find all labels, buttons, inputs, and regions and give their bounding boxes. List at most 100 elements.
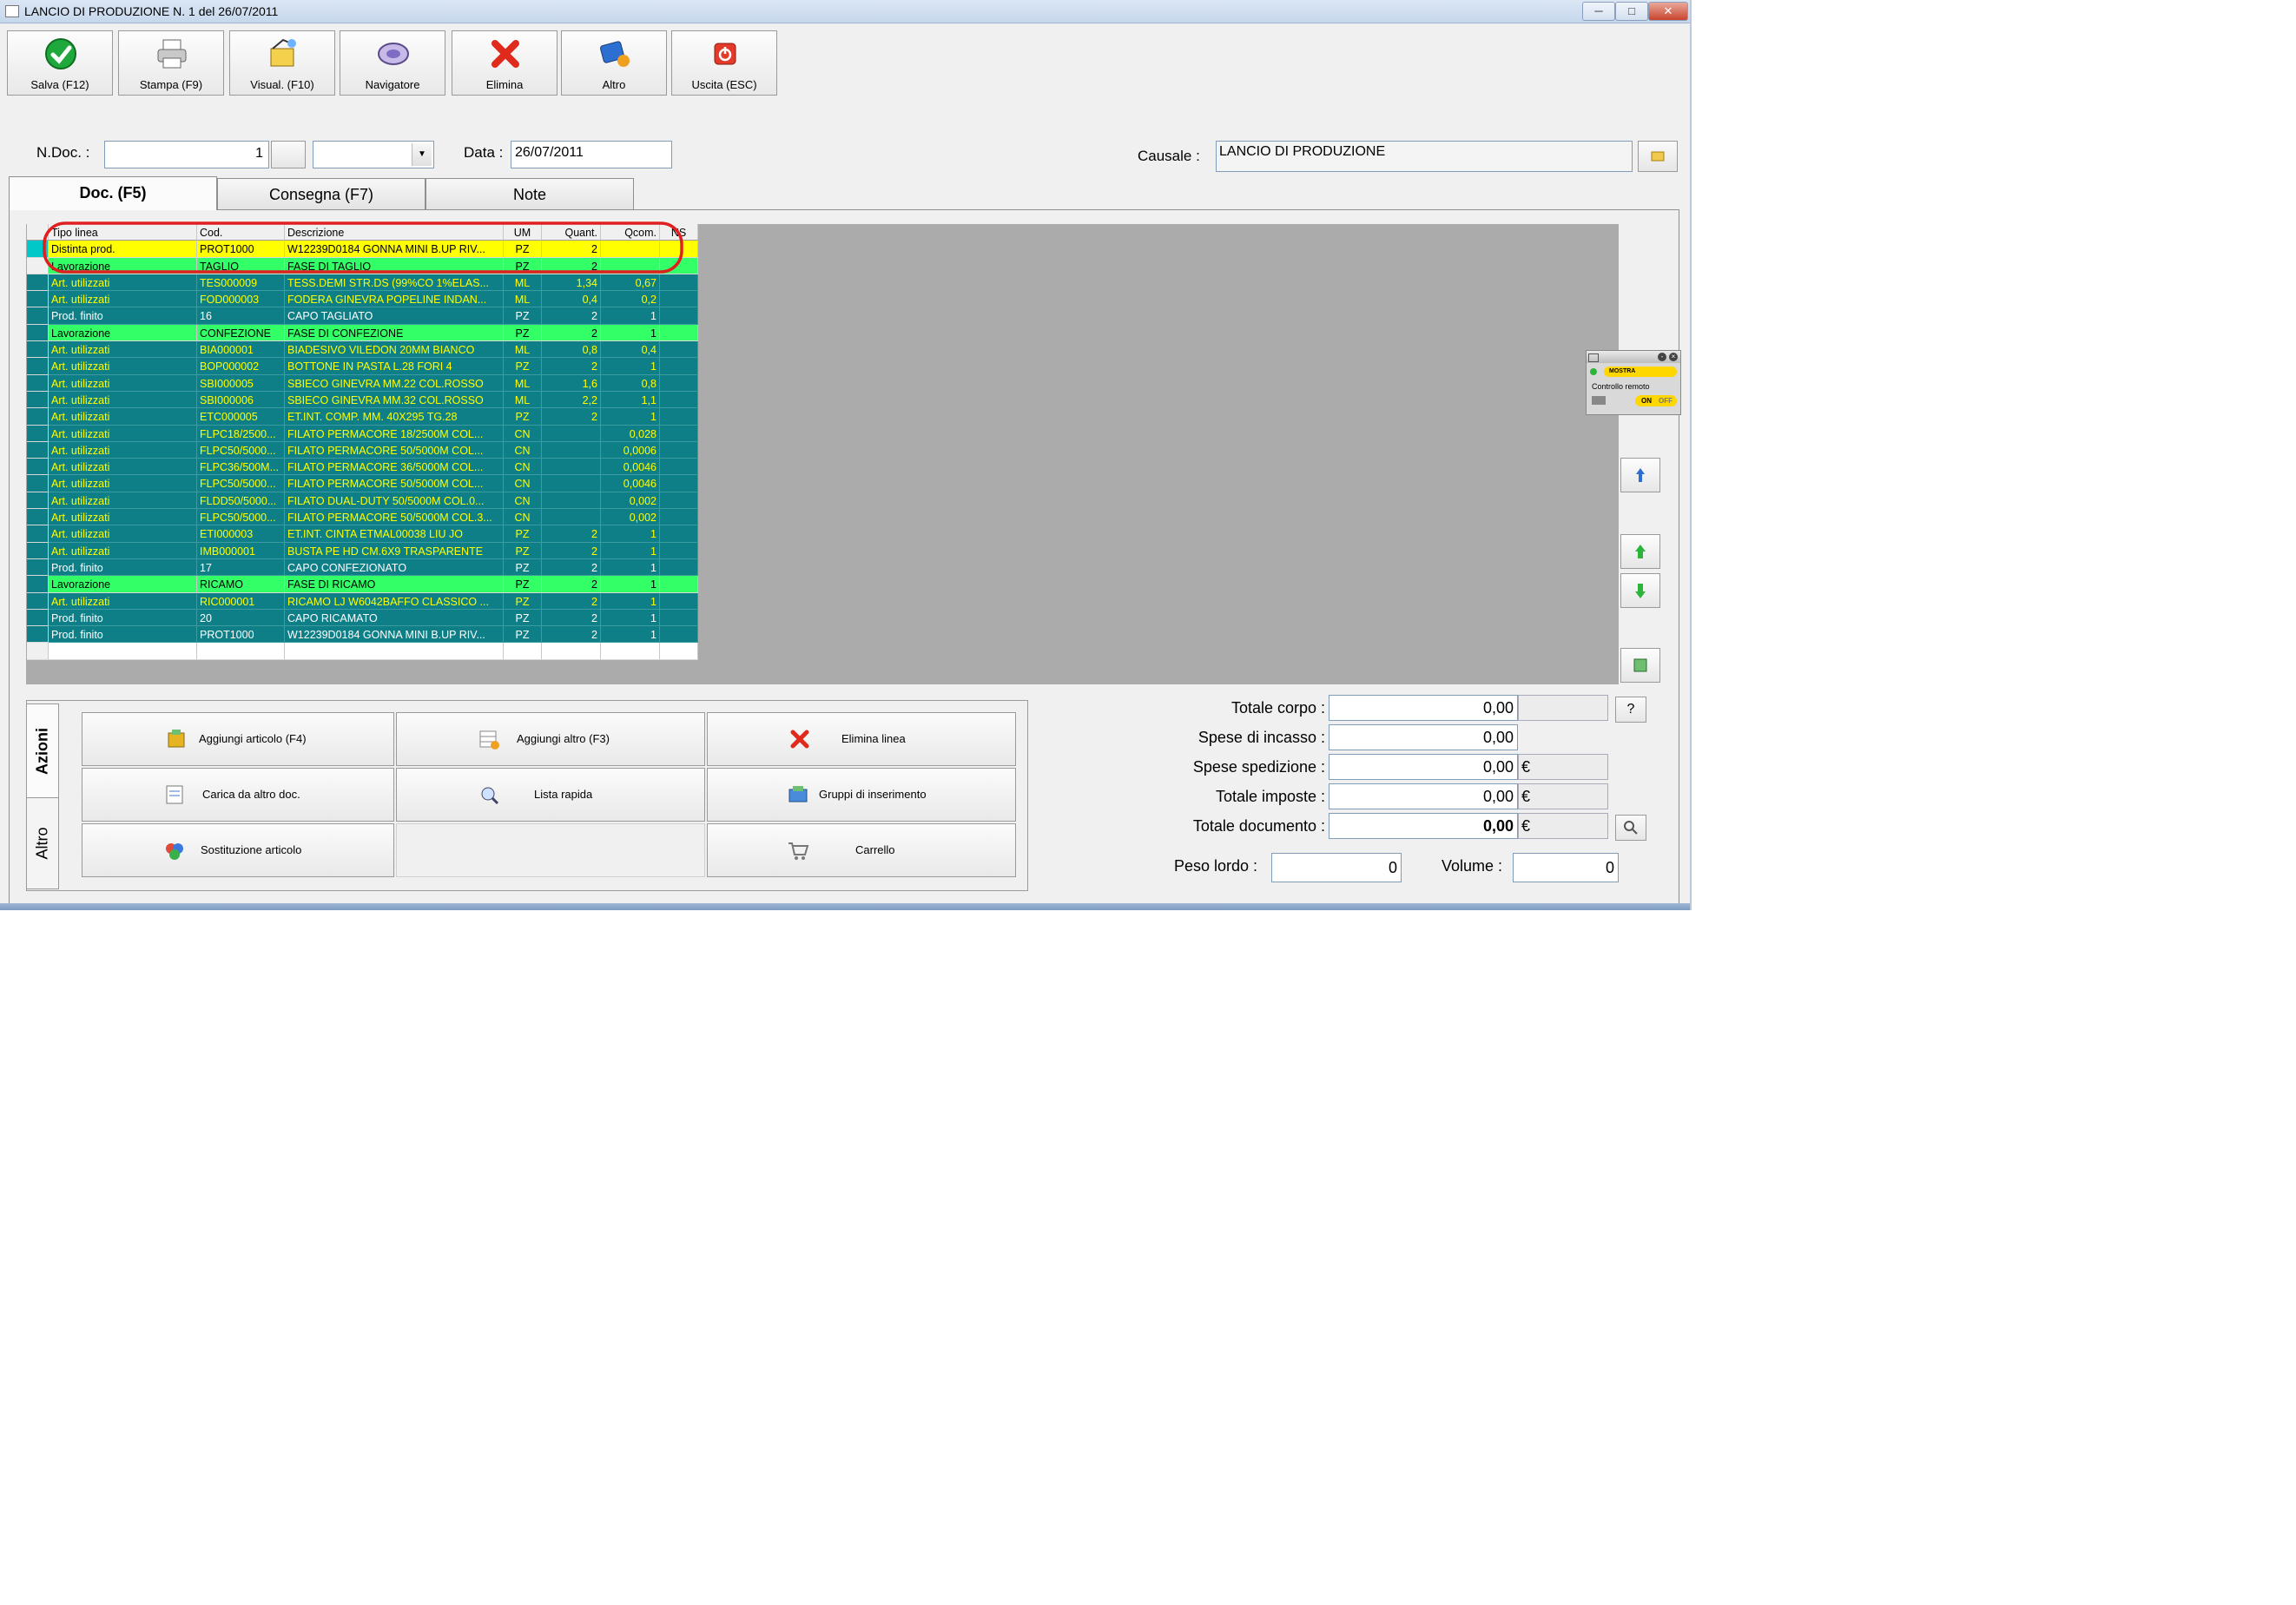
cell-tipo[interactable]: Art. utilizzati — [49, 391, 197, 409]
minimize-button[interactable]: ─ — [1582, 2, 1615, 21]
cell-um[interactable]: CN — [504, 492, 542, 510]
row-indicator[interactable] — [27, 475, 49, 492]
cell-ns[interactable] — [660, 324, 698, 342]
cell-ns[interactable] — [660, 558, 698, 577]
cell-um[interactable]: PZ — [504, 592, 542, 610]
cell-descrizione[interactable]: FASE DI CONFEZIONE — [285, 324, 504, 342]
cell-qcom[interactable]: 1 — [601, 542, 660, 559]
cell-cod[interactable]: BOP000002 — [197, 358, 285, 375]
cell-tipo[interactable]: Art. utilizzati — [49, 358, 197, 375]
mostra-button[interactable]: MOSTRA — [1604, 367, 1677, 377]
cell-qcom[interactable]: 1 — [601, 358, 660, 375]
table-row[interactable]: Art. utilizzati RIC000001 RICAMO LJ W6042B… — [27, 592, 698, 610]
cell-quant[interactable]: 2,2 — [542, 391, 601, 409]
cell-tipo[interactable]: Prod. finito — [49, 609, 197, 627]
table-row[interactable]: Art. utilizzati FLPC50/5000... FILATO PERM… — [27, 441, 698, 459]
minimize-widget-icon[interactable]: - — [1658, 353, 1666, 361]
table-row[interactable]: Art. utilizzati FLPC50/5000... FILATO PERM… — [27, 509, 698, 526]
table-row[interactable]: Art. utilizzati FLPC36/500M... FILATO PERM… — [27, 459, 698, 476]
table-row[interactable]: Art. utilizzati TES000009 TESS.DEMI STR.DS… — [27, 274, 698, 292]
load-doc-button[interactable]: Carica da altro doc. — [82, 768, 394, 822]
table-row[interactable]: Art. utilizzati FLPC50/5000... FILATO PERM… — [27, 475, 698, 492]
cell-quant[interactable] — [542, 459, 601, 476]
remote-control-widget[interactable]: - × MOSTRA Controllo remoto ON OFF — [1586, 350, 1681, 415]
table-row[interactable] — [27, 643, 698, 660]
tab-consegna[interactable]: Consegna (F7) — [217, 178, 426, 210]
cell-cod[interactable]: 20 — [197, 609, 285, 627]
cell-quant[interactable]: 2 — [542, 542, 601, 559]
cell-qcom[interactable]: 1 — [601, 408, 660, 426]
row-indicator[interactable] — [27, 274, 49, 292]
cell-ns[interactable] — [660, 525, 698, 543]
cell-tipo[interactable]: Art. utilizzati — [49, 374, 197, 392]
date-field[interactable]: 26/07/2011 — [511, 141, 672, 168]
cell-cod[interactable]: FLPC50/5000... — [197, 441, 285, 459]
causale-browse-button[interactable] — [1638, 141, 1678, 172]
row-indicator[interactable] — [27, 525, 49, 543]
cell-cod[interactable]: 16 — [197, 307, 285, 325]
cell-tipo[interactable]: Art. utilizzati — [49, 425, 197, 442]
table-row[interactable]: Art. utilizzati IMB000001 BUSTA PE HD CM.6… — [27, 542, 698, 559]
table-row[interactable]: Prod. finito PROT1000 W12239D0184 GONNA MI… — [27, 626, 698, 644]
cell-ns[interactable] — [660, 509, 698, 526]
row-indicator[interactable] — [27, 626, 49, 644]
table-row[interactable]: Prod. finito 16 CAPO TAGLIATO PZ 2 1 — [27, 307, 698, 325]
cell-ns[interactable] — [660, 542, 698, 559]
cell-tipo[interactable]: Prod. finito — [49, 307, 197, 325]
document-lines-grid[interactable]: Tipo linea Cod. Descrizione UM Quant. Qc… — [27, 221, 698, 660]
table-row[interactable]: Art. utilizzati ETI000003 ET.INT. CINTA ET… — [27, 525, 698, 543]
cell-qcom[interactable]: 1 — [601, 324, 660, 342]
detail-button[interactable] — [1615, 815, 1646, 841]
series-select[interactable]: ▼ — [313, 141, 434, 168]
cell-cod[interactable]: ETC000005 — [197, 408, 285, 426]
cell-qcom[interactable]: 1 — [601, 592, 660, 610]
cell-quant[interactable]: 2 — [542, 307, 601, 325]
move-top-button[interactable] — [1620, 458, 1660, 492]
quick-list-button[interactable]: Lista rapida — [396, 768, 705, 822]
cell-descrizione[interactable]: RICAMO LJ W6042BAFFO CLASSICO ... — [285, 592, 504, 610]
cell-um[interactable]: PZ — [504, 358, 542, 375]
tab-doc[interactable]: Doc. (F5) — [9, 176, 217, 210]
maximize-button[interactable]: □ — [1615, 2, 1648, 21]
cell-ns[interactable] — [660, 643, 698, 660]
cell-tipo[interactable]: Art. utilizzati — [49, 592, 197, 610]
cell-cod[interactable]: TES000009 — [197, 274, 285, 292]
cell-tipo[interactable]: Art. utilizzati — [49, 459, 197, 476]
cell-qcom[interactable]: 0,67 — [601, 274, 660, 292]
table-row[interactable]: Art. utilizzati SBI000006 SBIECO GINEVRA M… — [27, 391, 698, 409]
cell-quant[interactable]: 2 — [542, 558, 601, 577]
cell-cod[interactable]: RICAMO — [197, 576, 285, 593]
cell-descrizione[interactable]: BUSTA PE HD CM.6X9 TRASPARENTE — [285, 542, 504, 559]
cell-tipo[interactable]: Art. utilizzati — [49, 492, 197, 510]
cell-quant[interactable]: 2 — [542, 324, 601, 342]
cell-qcom[interactable]: 0,0046 — [601, 475, 660, 492]
cell-um[interactable]: PZ — [504, 408, 542, 426]
row-indicator[interactable] — [27, 609, 49, 627]
cell-descrizione[interactable]: TESS.DEMI STR.DS (99%CO 1%ELAS... — [285, 274, 504, 292]
cell-ns[interactable] — [660, 459, 698, 476]
cell-qcom[interactable]: 0,0006 — [601, 441, 660, 459]
cell-qcom[interactable]: 1,1 — [601, 391, 660, 409]
replace-article-button[interactable]: Sostituzione articolo — [82, 823, 394, 877]
more-button[interactable]: Altro — [561, 30, 667, 96]
volume-field[interactable]: 0 — [1513, 853, 1619, 882]
vtab-altro[interactable]: Altro — [26, 797, 59, 889]
cell-cod[interactable]: ETI000003 — [197, 525, 285, 543]
save-button[interactable]: Salva (F12) — [7, 30, 113, 96]
cell-tipo[interactable]: Art. utilizzati — [49, 441, 197, 459]
row-indicator[interactable] — [27, 558, 49, 577]
row-indicator[interactable] — [27, 492, 49, 510]
row-indicator[interactable] — [27, 374, 49, 392]
cell-quant[interactable]: 2 — [542, 358, 601, 375]
cell-um[interactable]: CN — [504, 425, 542, 442]
print-button[interactable]: Stampa (F9) — [118, 30, 224, 96]
cell-cod[interactable]: FOD000003 — [197, 291, 285, 308]
cell-quant[interactable]: 1,6 — [542, 374, 601, 392]
cell-cod[interactable]: BIA000001 — [197, 341, 285, 359]
cell-descrizione[interactable]: FILATO PERMACORE 50/5000M COL... — [285, 475, 504, 492]
cell-tipo[interactable]: Art. utilizzati — [49, 291, 197, 308]
cell-ns[interactable] — [660, 358, 698, 375]
table-row[interactable]: Art. utilizzati FLPC18/2500... FILATO PERM… — [27, 425, 698, 442]
cell-cod[interactable]: CONFEZIONE — [197, 324, 285, 342]
row-indicator[interactable] — [27, 324, 49, 342]
